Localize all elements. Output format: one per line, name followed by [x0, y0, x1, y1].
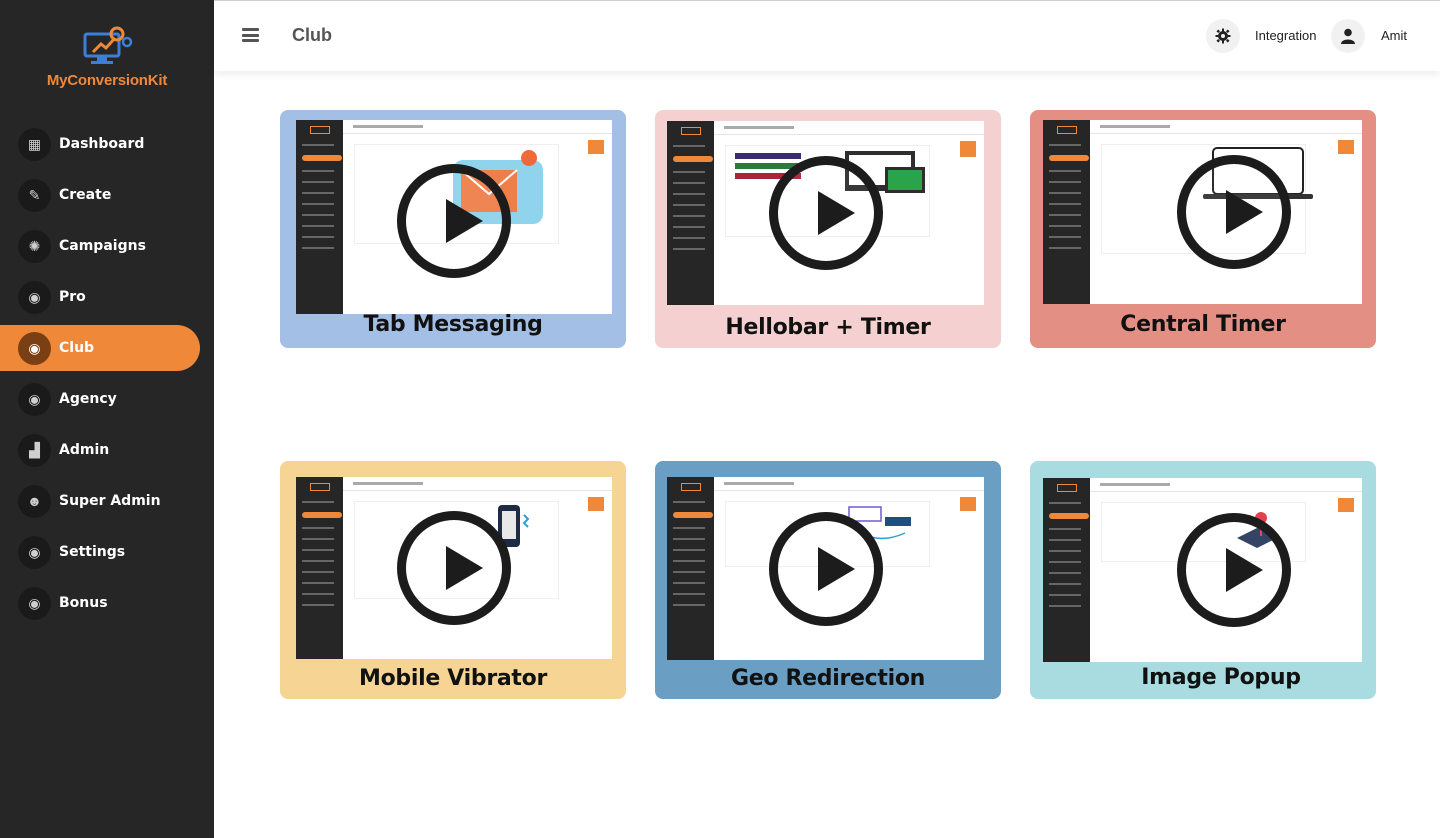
video-thumbnail — [667, 477, 984, 660]
user-icon — [1341, 28, 1355, 44]
video-card-image-popup[interactable]: Image Popup — [1030, 461, 1376, 699]
admin-icon: ▟ — [18, 433, 51, 467]
settings-icon: ◉ — [18, 535, 51, 569]
sidebar-item-label: Admin — [59, 442, 110, 458]
bonus-icon: ◉ — [18, 586, 51, 620]
sidebar: MyConversionKit ▦ Dashboard ✎ Create ✺ C… — [0, 0, 214, 838]
sidebar-item-dashboard[interactable]: ▦ Dashboard — [0, 121, 214, 167]
page-title: Club — [292, 25, 332, 45]
club-icon: ◉ — [18, 331, 51, 365]
video-card-tab-messaging[interactable]: Tab Messaging — [280, 110, 626, 348]
sidebar-item-campaigns[interactable]: ✺ Campaigns — [0, 223, 214, 269]
sidebar-item-label: Create — [59, 187, 112, 203]
card-title: Hellobar + Timer — [725, 315, 931, 340]
video-thumbnail — [296, 477, 612, 659]
play-icon — [397, 511, 511, 625]
integration-link[interactable]: Integration — [1255, 28, 1316, 43]
play-icon — [397, 163, 511, 278]
top-bar: Club Integration Amit — [214, 0, 1440, 71]
video-thumbnail — [1043, 478, 1362, 662]
sidebar-item-settings[interactable]: ◉ Settings — [0, 529, 214, 575]
campaigns-icon: ✺ — [18, 229, 51, 263]
menu-toggle-icon[interactable] — [242, 28, 259, 42]
card-title: Mobile Vibrator — [358, 666, 548, 691]
sidebar-item-club[interactable]: ◉ Club — [0, 325, 200, 371]
card-title: Tab Messaging — [363, 312, 543, 337]
sidebar-item-pro[interactable]: ◉ Pro — [0, 274, 214, 320]
brand-name: MyConversionKit — [46, 72, 168, 89]
sidebar-item-label: Agency — [59, 391, 117, 407]
dashboard-icon: ▦ — [18, 127, 51, 161]
video-thumbnail — [296, 120, 612, 314]
gear-icon — [1215, 28, 1231, 44]
sidebar-item-label: Campaigns — [59, 238, 146, 254]
sidebar-item-label: Club — [59, 340, 95, 356]
user-name[interactable]: Amit — [1381, 28, 1407, 43]
sidebar-item-agency[interactable]: ◉ Agency — [0, 376, 214, 422]
sidebar-item-label: Super Admin — [59, 493, 161, 509]
video-card-geo-redirection[interactable]: Geo Redirection — [655, 461, 1001, 699]
sidebar-item-bonus[interactable]: ◉ Bonus — [0, 580, 214, 626]
play-icon — [1177, 155, 1292, 269]
sidebar-item-label: Settings — [59, 544, 126, 560]
sidebar-item-create[interactable]: ✎ Create — [0, 172, 214, 218]
sidebar-item-label: Bonus — [59, 595, 108, 611]
video-card-central-timer[interactable]: Central Timer — [1030, 110, 1376, 348]
play-icon — [768, 156, 883, 270]
sidebar-item-admin[interactable]: ▟ Admin — [0, 427, 214, 473]
video-thumbnail — [1043, 120, 1362, 304]
brand-logo[interactable]: MyConversionKit — [0, 24, 214, 104]
sidebar-item-label: Dashboard — [59, 136, 145, 152]
super-admin-icon: ☻ — [18, 484, 51, 518]
card-title: Central Timer — [1120, 312, 1286, 337]
play-icon — [768, 511, 883, 626]
sidebar-nav: ▦ Dashboard ✎ Create ✺ Campaigns ◉ Pro ◉… — [0, 121, 214, 631]
card-title: Image Popup — [1141, 665, 1301, 690]
card-title: Geo Redirection — [730, 666, 926, 691]
play-icon — [1177, 513, 1292, 627]
integration-gear-button[interactable] — [1206, 19, 1240, 53]
video-thumbnail — [667, 121, 984, 305]
video-card-hellobar-timer[interactable]: Hellobar + Timer — [655, 110, 1001, 348]
pro-icon: ◉ — [18, 280, 51, 314]
user-avatar-button[interactable] — [1331, 19, 1365, 53]
create-icon: ✎ — [18, 178, 51, 212]
agency-icon: ◉ — [18, 382, 51, 416]
sidebar-item-super-admin[interactable]: ☻ Super Admin — [0, 478, 214, 524]
sidebar-item-label: Pro — [59, 289, 86, 305]
monitor-gears-logo-icon — [83, 26, 133, 64]
video-card-mobile-vibrator[interactable]: Mobile Vibrator — [280, 461, 626, 699]
